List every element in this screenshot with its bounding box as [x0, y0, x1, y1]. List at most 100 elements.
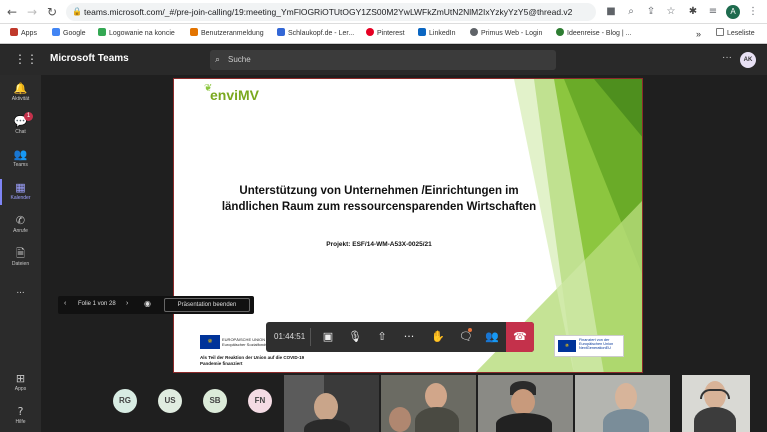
envimv-logo: enviMV	[210, 87, 260, 103]
rail-label: Kalender	[10, 195, 31, 201]
eu-label-right: Finanziert von der Europäischen Union Ne…	[579, 338, 614, 350]
participant-face	[511, 389, 535, 415]
rail-item-activity[interactable]: 🔔 Aktivität	[0, 82, 41, 102]
calendar-icon: ▦	[15, 181, 26, 194]
file-icon: 🗎	[16, 247, 25, 260]
video-tile[interactable]	[284, 375, 379, 432]
video-tile[interactable]	[478, 375, 573, 432]
zoom-icon[interactable]: ⌕	[624, 4, 638, 20]
rail-label: Hilfe	[15, 419, 26, 425]
rail-label: Aktivität	[11, 96, 30, 102]
camera-icon[interactable]: ■	[604, 4, 618, 20]
participant-avatar[interactable]: RG	[113, 389, 137, 413]
bookmark-benutzeranmeldung[interactable]: Benutzeranmeldung	[190, 28, 264, 40]
divider	[310, 328, 311, 346]
previous-slide-icon[interactable]: ‹	[64, 300, 66, 307]
rail-label: Chat	[15, 129, 26, 135]
share-screen-icon[interactable]: ⇧	[368, 322, 396, 352]
address-bar[interactable]: 🔒 teams.microsoft.com/_#/pre-join-callin…	[66, 3, 596, 21]
browser-toolbar: ← → ↻ 🔒 teams.microsoft.com/_#/pre-join-…	[0, 0, 767, 24]
linkedin-icon	[418, 28, 426, 36]
active-indicator	[0, 179, 2, 205]
hang-up-icon[interactable]: ☎	[506, 322, 534, 352]
bookmark-ideenreise[interactable]: Ideenreise - Blog | ...	[556, 28, 631, 40]
bookmark-apps[interactable]: Apps	[10, 28, 37, 40]
more-bookmarks-icon[interactable]: »	[696, 28, 701, 40]
apps-icon: ⊞	[15, 372, 26, 385]
video-tile[interactable]	[381, 375, 476, 432]
menu-icon[interactable]: ⋮	[746, 4, 760, 20]
chat-toggle-icon[interactable]: 🗨	[452, 322, 480, 352]
participant-face	[314, 393, 338, 421]
help-icon: ?	[17, 405, 24, 418]
media-icon[interactable]: ≡	[706, 4, 720, 20]
bookmark-primus[interactable]: Primus Web - Login	[470, 28, 542, 40]
globe-icon	[470, 28, 478, 36]
app-title: Microsoft Teams	[50, 53, 129, 64]
bookmark-linkedin[interactable]: LinkedIn	[418, 28, 455, 40]
camera-toggle-icon[interactable]: ▣	[314, 322, 342, 352]
search-placeholder: Suche	[228, 55, 251, 64]
participant-avatar[interactable]: SB	[203, 389, 227, 413]
rail-item-teams[interactable]: 👥 Teams	[0, 148, 41, 168]
microphone-icon[interactable]: 🎙	[341, 322, 369, 352]
video-tile[interactable]	[575, 375, 670, 432]
participants-icon[interactable]: 👥	[478, 322, 506, 352]
rail-item-calls[interactable]: ✆ Anrufe	[0, 214, 41, 234]
participant-body	[694, 407, 736, 432]
eu-flag-icon: ✵	[558, 340, 576, 352]
share-icon[interactable]: ⇪	[644, 4, 658, 20]
participant-avatar[interactable]: US	[158, 389, 182, 413]
back-icon[interactable]: ←	[4, 4, 20, 20]
chat-badge: 1	[24, 112, 33, 121]
rail-label: Dateien	[11, 261, 30, 267]
participant-avatar[interactable]: FN	[248, 389, 272, 413]
next-slide-icon[interactable]: ›	[126, 300, 128, 307]
video-tile[interactable]	[682, 375, 750, 432]
url-text: teams.microsoft.com/_#/pre-join-calling/…	[84, 7, 573, 17]
slide-project: Projekt: ESF/14-WM-A53X-0025/21	[326, 241, 432, 248]
slide-title: Unterstützung von Unternehmen /Einrichtu…	[221, 185, 537, 213]
extension-icon[interactable]: ✱	[686, 4, 700, 20]
funding-note: Als Teil der Reaktion der Union auf die …	[200, 355, 305, 366]
bookmark-logowanie[interactable]: Logowanie na koncie	[98, 28, 175, 40]
leaf-icon: ❦	[204, 83, 213, 94]
rail-item-files[interactable]: 🗎 Dateien	[0, 247, 41, 267]
participant-face	[615, 383, 637, 411]
rail-label: Teams	[13, 162, 28, 168]
rail-item-apps[interactable]: ⊞ Apps	[0, 372, 41, 392]
rail-item-help[interactable]: ? Hilfe	[0, 405, 41, 425]
lock-icon: 🔒	[72, 7, 82, 16]
profile-avatar[interactable]: A	[726, 5, 740, 19]
rail-more[interactable]: ...	[0, 285, 41, 296]
rail-item-calendar[interactable]: ▦ Kalender	[0, 179, 41, 205]
bookmark-pinterest[interactable]: Pinterest	[366, 28, 405, 40]
rail-label: Anrufe	[13, 228, 28, 234]
participant-body	[304, 419, 350, 432]
bookmark-icon	[556, 28, 564, 36]
call-timer: 01:44:51	[274, 332, 306, 341]
search-icon: ⌕	[215, 55, 221, 65]
phone-icon: ✆	[15, 214, 26, 227]
forward-icon[interactable]: →	[24, 4, 40, 20]
eu-flag-icon: ✵	[200, 335, 220, 349]
raise-hand-icon[interactable]: ✋	[424, 322, 452, 352]
rail-label: Apps	[14, 386, 27, 392]
star-icon[interactable]: ☆	[664, 4, 678, 20]
search-input[interactable]: ⌕ Suche	[210, 50, 556, 70]
user-avatar[interactable]: AK	[740, 52, 756, 68]
headset-icon	[700, 389, 730, 399]
slide-counter: Folie 1 von 28	[78, 301, 116, 307]
more-options-icon[interactable]: ···	[722, 52, 732, 63]
participant-body	[603, 409, 649, 432]
app-launcher-icon[interactable]: ⋮⋮	[14, 52, 38, 66]
rail-item-chat[interactable]: 💬 Chat 1	[0, 112, 41, 135]
end-presentation-button[interactable]: Präsentation beenden	[164, 298, 250, 312]
participant-body	[496, 413, 552, 432]
eye-icon[interactable]: ◉	[144, 299, 151, 308]
bookmark-google[interactable]: Google	[52, 28, 86, 40]
bookmark-schlaukopf[interactable]: Schlaukopf.de - Ler...	[277, 28, 354, 40]
reading-list[interactable]: Leseliste	[716, 28, 755, 40]
reload-icon[interactable]: ↻	[44, 4, 60, 20]
more-actions-icon[interactable]: ···	[395, 322, 423, 352]
